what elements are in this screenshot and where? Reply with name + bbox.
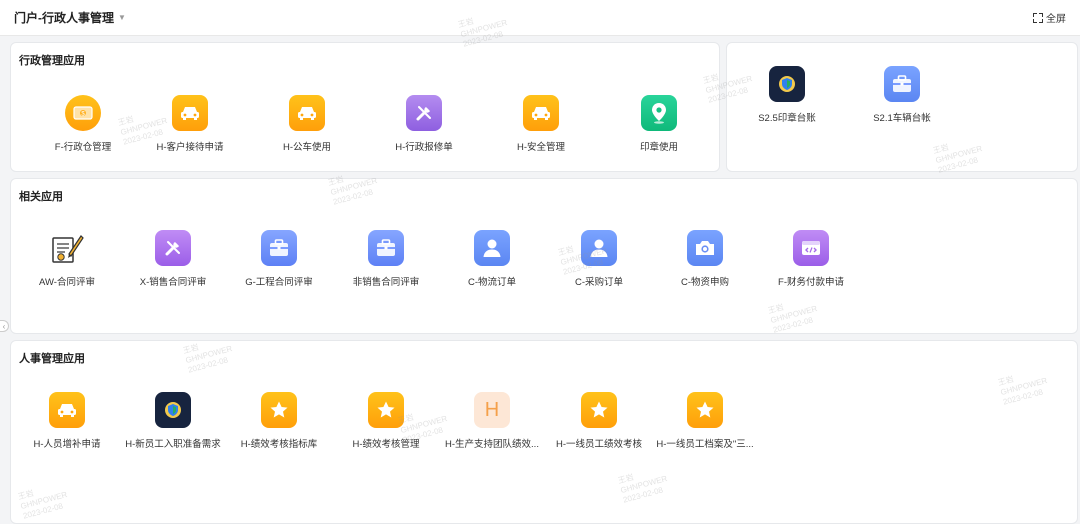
star-icon bbox=[261, 392, 297, 428]
car-icon bbox=[523, 95, 559, 131]
fullscreen-button[interactable]: 全屏 bbox=[1033, 10, 1066, 25]
briefcase-icon bbox=[261, 230, 297, 266]
star-icon bbox=[581, 392, 617, 428]
portal-selector[interactable]: 门户-行政人事管理 ▼ bbox=[14, 9, 126, 26]
related-apps-card: 相关应用 AW-合同评审 X-销售合同评审 G-工程合同评审 非销售合同评审 C… bbox=[10, 178, 1078, 334]
app-label: H-一线员工档案及"三... bbox=[656, 439, 754, 450]
admin-apps-card: 行政管理应用 $ F-行政仓管理 H-客户接待申请 H-公车使用 H-行政报修单… bbox=[10, 42, 720, 172]
app-label: 非销售合同评审 bbox=[352, 277, 420, 288]
app-tile[interactable]: S2.5印章台账 bbox=[732, 66, 842, 124]
app-label: H-绩效考核指标库 bbox=[240, 439, 318, 450]
app-tile[interactable]: H-一线员工绩效考核 bbox=[544, 392, 654, 450]
app-label: C-采购订单 bbox=[574, 277, 624, 288]
code-window-icon bbox=[793, 230, 829, 266]
app-tile[interactable]: H-行政报修单 bbox=[369, 95, 479, 153]
star-icon bbox=[368, 392, 404, 428]
user-icon bbox=[474, 230, 510, 266]
app-tile[interactable]: C-物流订单 bbox=[437, 230, 547, 288]
app-label: H-一线员工绩效考核 bbox=[555, 439, 643, 450]
app-tile[interactable]: H-公车使用 bbox=[252, 95, 362, 153]
app-tile[interactable]: H-绩效考核管理 bbox=[331, 392, 441, 450]
app-tile[interactable]: H-客户接待申请 bbox=[135, 95, 245, 153]
app-label: F-财务付款申请 bbox=[778, 277, 844, 288]
shield-icon bbox=[769, 66, 805, 102]
caret-down-icon: ▼ bbox=[118, 13, 126, 22]
app-label: H-人员增补申请 bbox=[33, 439, 101, 450]
app-label: F-行政仓管理 bbox=[54, 142, 112, 153]
sidebar-collapse-toggle[interactable]: ‹ bbox=[0, 320, 9, 332]
app-label: C-物资申购 bbox=[680, 277, 730, 288]
app-tile[interactable]: F-财务付款申请 bbox=[756, 230, 866, 288]
app-label: AW-合同评审 bbox=[39, 277, 95, 288]
app-tile[interactable]: 印章使用 bbox=[604, 95, 714, 153]
car-icon bbox=[49, 392, 85, 428]
app-tile[interactable]: C-采购订单 bbox=[544, 230, 654, 288]
app-tile[interactable]: H-一线员工档案及"三... bbox=[650, 392, 760, 450]
app-tile[interactable]: $ F-行政仓管理 bbox=[28, 95, 138, 153]
money-icon: $ bbox=[65, 95, 101, 131]
app-label: H-新员工入职准备需求 bbox=[125, 439, 221, 450]
page-title: 门户-行政人事管理 bbox=[14, 11, 114, 25]
app-tile[interactable]: H-绩效考核指标库 bbox=[224, 392, 334, 450]
hr-apps-card: 人事管理应用 H-人员增补申请 H-新员工入职准备需求 H-绩效考核指标库 H-… bbox=[10, 340, 1078, 524]
app-label: S2.1车辆台帐 bbox=[873, 113, 931, 124]
app-label: G-工程合同评审 bbox=[245, 277, 313, 288]
section-title: 人事管理应用 bbox=[19, 353, 85, 365]
section-title: 行政管理应用 bbox=[19, 55, 85, 67]
app-tile[interactable]: H-安全管理 bbox=[486, 95, 596, 153]
app-tile[interactable]: H-人员增补申请 bbox=[12, 392, 122, 450]
briefcase-icon bbox=[368, 230, 404, 266]
app-label: C-物流订单 bbox=[467, 277, 517, 288]
app-tile[interactable]: C-物资申购 bbox=[650, 230, 760, 288]
fullscreen-icon bbox=[1033, 12, 1043, 23]
app-label: H-生产支持团队绩效... bbox=[445, 439, 539, 450]
app-label: H-客户接待申请 bbox=[156, 142, 224, 153]
letter-h-icon: H bbox=[474, 392, 510, 428]
top-bar: 门户-行政人事管理 ▼ 全屏 bbox=[0, 0, 1080, 36]
app-tile[interactable]: AW-合同评审 bbox=[12, 230, 122, 288]
app-tile[interactable]: S2.1车辆台帐 bbox=[847, 66, 957, 124]
contract-sign-icon bbox=[49, 230, 85, 266]
app-tile[interactable]: X-销售合同评审 bbox=[118, 230, 228, 288]
fullscreen-label: 全屏 bbox=[1046, 14, 1066, 25]
app-label: H-绩效考核管理 bbox=[352, 439, 420, 450]
briefcase-icon bbox=[884, 66, 920, 102]
user-icon bbox=[581, 230, 617, 266]
star-icon bbox=[687, 392, 723, 428]
shield-icon bbox=[155, 392, 191, 428]
app-tile[interactable]: G-工程合同评审 bbox=[224, 230, 334, 288]
ledger-apps-card: S2.5印章台账 S2.1车辆台帐 bbox=[726, 42, 1078, 172]
app-label: X-销售合同评审 bbox=[139, 277, 207, 288]
app-label: S2.5印章台账 bbox=[758, 113, 816, 124]
app-label: H-安全管理 bbox=[516, 142, 566, 153]
app-label: 印章使用 bbox=[639, 142, 678, 153]
chevron-left-icon: ‹ bbox=[2, 321, 6, 331]
section-title: 相关应用 bbox=[19, 191, 63, 203]
location-pin-icon bbox=[641, 95, 677, 131]
tools-icon bbox=[406, 95, 442, 131]
app-tile[interactable]: H-新员工入职准备需求 bbox=[118, 392, 228, 450]
tools-icon bbox=[155, 230, 191, 266]
car-icon bbox=[289, 95, 325, 131]
app-label: H-公车使用 bbox=[282, 142, 332, 153]
camera-icon bbox=[687, 230, 723, 266]
car-icon bbox=[172, 95, 208, 131]
app-tile[interactable]: 非销售合同评审 bbox=[331, 230, 441, 288]
letter-h-glyph: H bbox=[484, 398, 500, 421]
app-label: H-行政报修单 bbox=[395, 142, 453, 153]
app-tile[interactable]: H H-生产支持团队绩效... bbox=[437, 392, 547, 450]
